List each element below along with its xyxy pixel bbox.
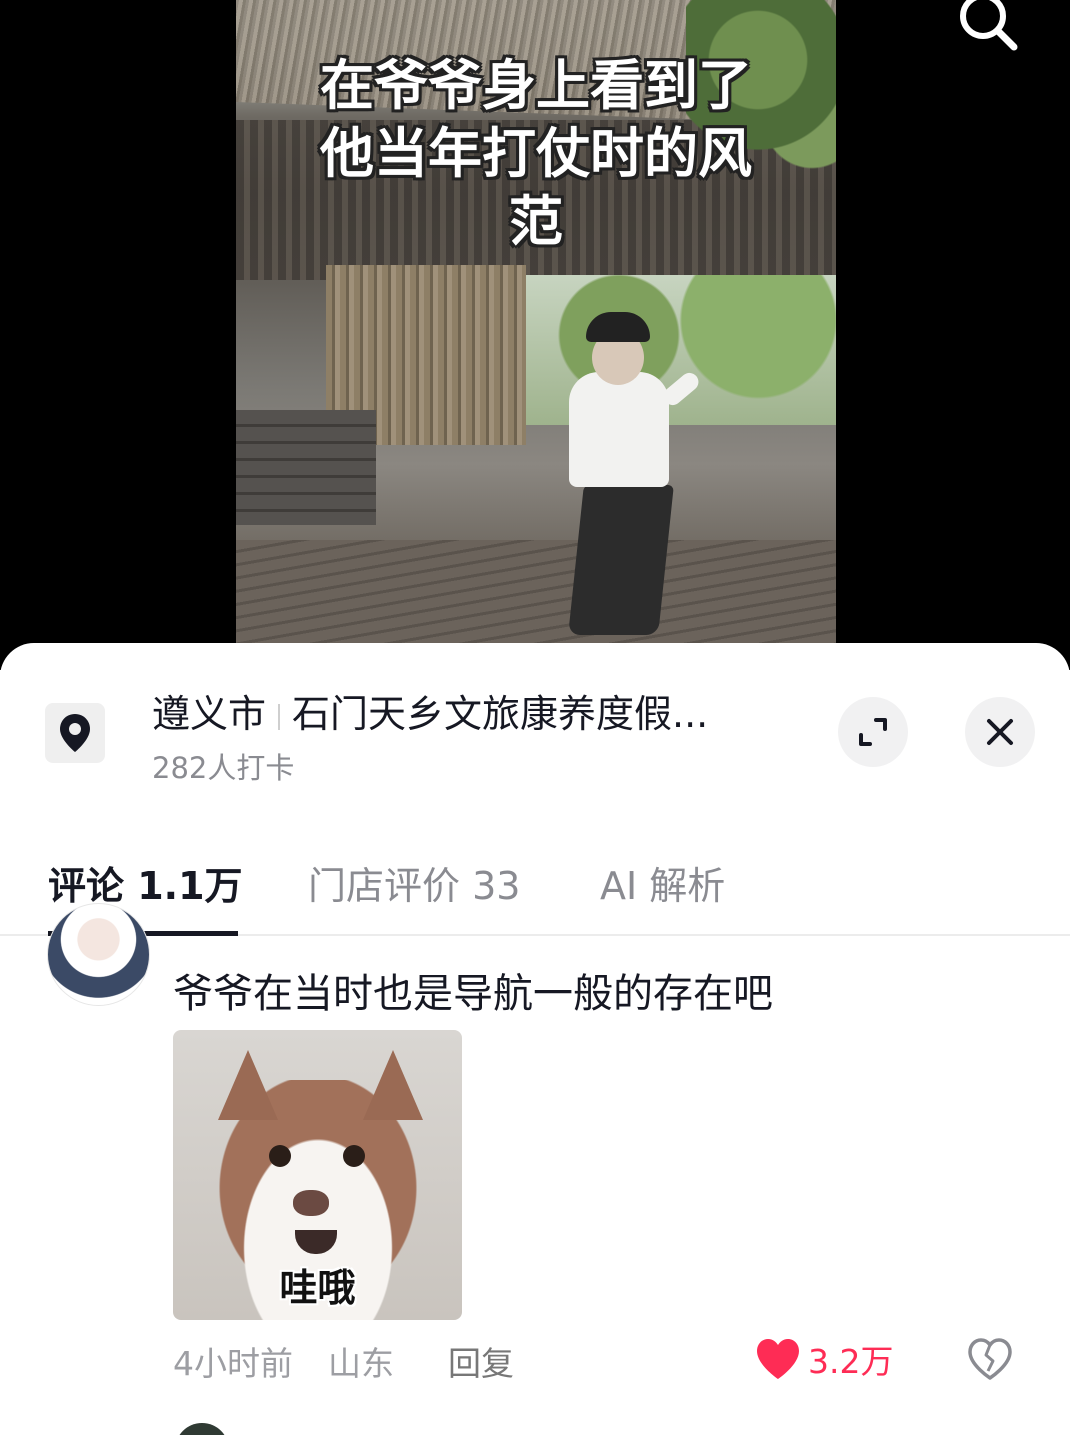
close-icon bbox=[987, 719, 1013, 745]
video-frame[interactable]: 在爷爷身上看到了他当年打仗时的风范 bbox=[236, 0, 836, 645]
location-name: 石门天乡文旅康养度假... bbox=[292, 692, 709, 736]
broken-heart-icon bbox=[968, 1338, 1012, 1380]
divider bbox=[278, 703, 281, 730]
comment-sheet: 遵义市 石门天乡文旅康养度假... 282人打卡 评论 1.1万 门店评价 33 … bbox=[0, 643, 1070, 1435]
location-city: 遵义市 bbox=[152, 692, 267, 736]
like-count: 3.2万 bbox=[808, 1342, 894, 1381]
location-title[interactable]: 遵义市 石门天乡文旅康养度假... bbox=[152, 683, 708, 738]
search-icon bbox=[960, 0, 1018, 51]
stone-well bbox=[236, 410, 376, 525]
comment-sticker[interactable]: 哇哦 bbox=[173, 1030, 462, 1320]
husky-eye bbox=[343, 1145, 365, 1167]
next-comment-avatar[interactable] bbox=[175, 1423, 229, 1435]
video-caption: 在爷爷身上看到了他当年打仗时的风范 bbox=[320, 54, 752, 253]
expand-icon bbox=[859, 718, 887, 746]
tab-store-reviews[interactable]: 门店评价 33 bbox=[308, 855, 520, 910]
search-button[interactable] bbox=[950, 0, 1022, 56]
person-pants bbox=[568, 485, 674, 635]
location-pin-icon bbox=[45, 703, 105, 763]
comment-time: 4小时前 bbox=[173, 1344, 293, 1383]
like-button[interactable]: 3.2万 bbox=[754, 1335, 893, 1383]
reply-button[interactable]: 回复 bbox=[448, 1337, 514, 1385]
dislike-button[interactable] bbox=[966, 1337, 1014, 1385]
husky-eye bbox=[269, 1145, 291, 1167]
tab-bar: 评论 1.1万 门店评价 33 AI 解析 bbox=[0, 843, 1070, 936]
husky-nose bbox=[293, 1190, 329, 1216]
wooden-deck bbox=[236, 540, 836, 645]
person-shirt bbox=[569, 372, 669, 487]
heart-icon bbox=[757, 1339, 799, 1379]
close-button[interactable] bbox=[965, 697, 1035, 767]
person-hat bbox=[586, 312, 650, 342]
sticker-label: 哇哦 bbox=[279, 1266, 356, 1310]
checkin-count: 282人打卡 bbox=[152, 751, 295, 785]
avatar[interactable] bbox=[47, 903, 150, 1006]
video-area[interactable]: 在爷爷身上看到了他当年打仗时的风范 bbox=[0, 0, 1070, 670]
expand-button[interactable] bbox=[838, 697, 908, 767]
comment-text: 爷爷在当时也是导航一般的存在吧 bbox=[173, 971, 773, 1017]
tab-comments[interactable]: 评论 1.1万 bbox=[48, 855, 243, 910]
comment-region: 山东 bbox=[328, 1344, 394, 1383]
tab-ai-analysis[interactable]: AI 解析 bbox=[600, 855, 725, 910]
